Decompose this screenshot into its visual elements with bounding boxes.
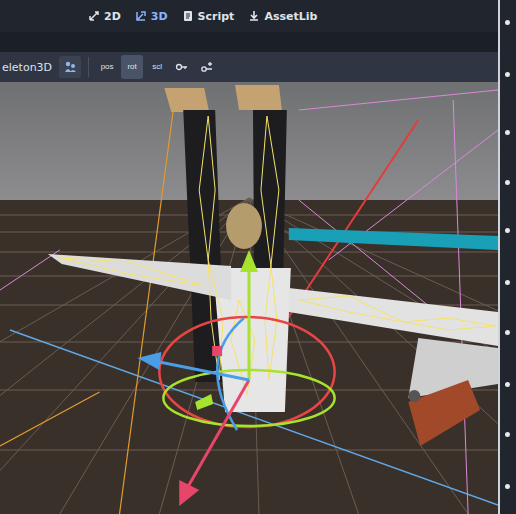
key-button[interactable] [171,55,193,79]
node-name: eleton3D [2,61,52,74]
guide-line [453,100,468,514]
editor-tab[interactable]: 3D [131,6,172,27]
script-icon [182,10,194,22]
skeleton-button[interactable] [59,56,81,78]
ground [0,200,498,514]
dock-dot [505,228,510,233]
download-icon [248,10,260,22]
dock-dot [505,72,510,77]
dock-dot [505,484,510,489]
dock-dot [505,330,510,335]
grid [0,198,498,514]
editor-tab[interactable]: AssetLib [244,6,321,27]
sky [0,82,498,202]
dock-dot [505,20,510,25]
skeleton-icon [63,60,77,74]
guide-line [0,392,100,446]
dock-dot [505,130,510,135]
dock-dot [505,180,510,185]
toolbar-separator [88,57,89,77]
dock-dot [505,382,510,387]
editor-tab[interactable]: Script [178,6,239,27]
transform-tool-button[interactable]: rot [121,55,143,79]
godot-editor: 2D 3D Script AssetLib eleton3D posrotscl [0,0,516,514]
guide-line [120,95,176,514]
editor-main: 2D 3D Script AssetLib eleton3D posrotscl [0,0,498,514]
character[interactable] [48,85,498,446]
transform-tool-button[interactable]: pos [96,55,118,79]
cyan-bar [289,228,498,250]
3d-viewport[interactable] [0,82,498,514]
key-insert-button[interactable] [196,55,218,79]
2d-icon [88,10,100,22]
editor-top-bar: 2D 3D Script AssetLib [0,0,498,32]
editor-tab[interactable]: 2D [84,6,125,27]
bones [60,116,496,395]
transform-tool-button[interactable]: scl [146,55,168,79]
viewport-toolbar: eleton3D posrotscl [0,52,498,82]
rotate-gizmo[interactable] [137,250,334,506]
key-plus-icon [200,60,214,74]
dock-dot [505,280,510,285]
scene-canvas[interactable] [0,82,498,514]
3d-icon [135,10,147,22]
panel-gap [0,32,498,52]
guide-line [299,90,498,110]
dock-edge [498,0,516,514]
key-icon [175,60,189,74]
dock-dot [505,432,510,437]
